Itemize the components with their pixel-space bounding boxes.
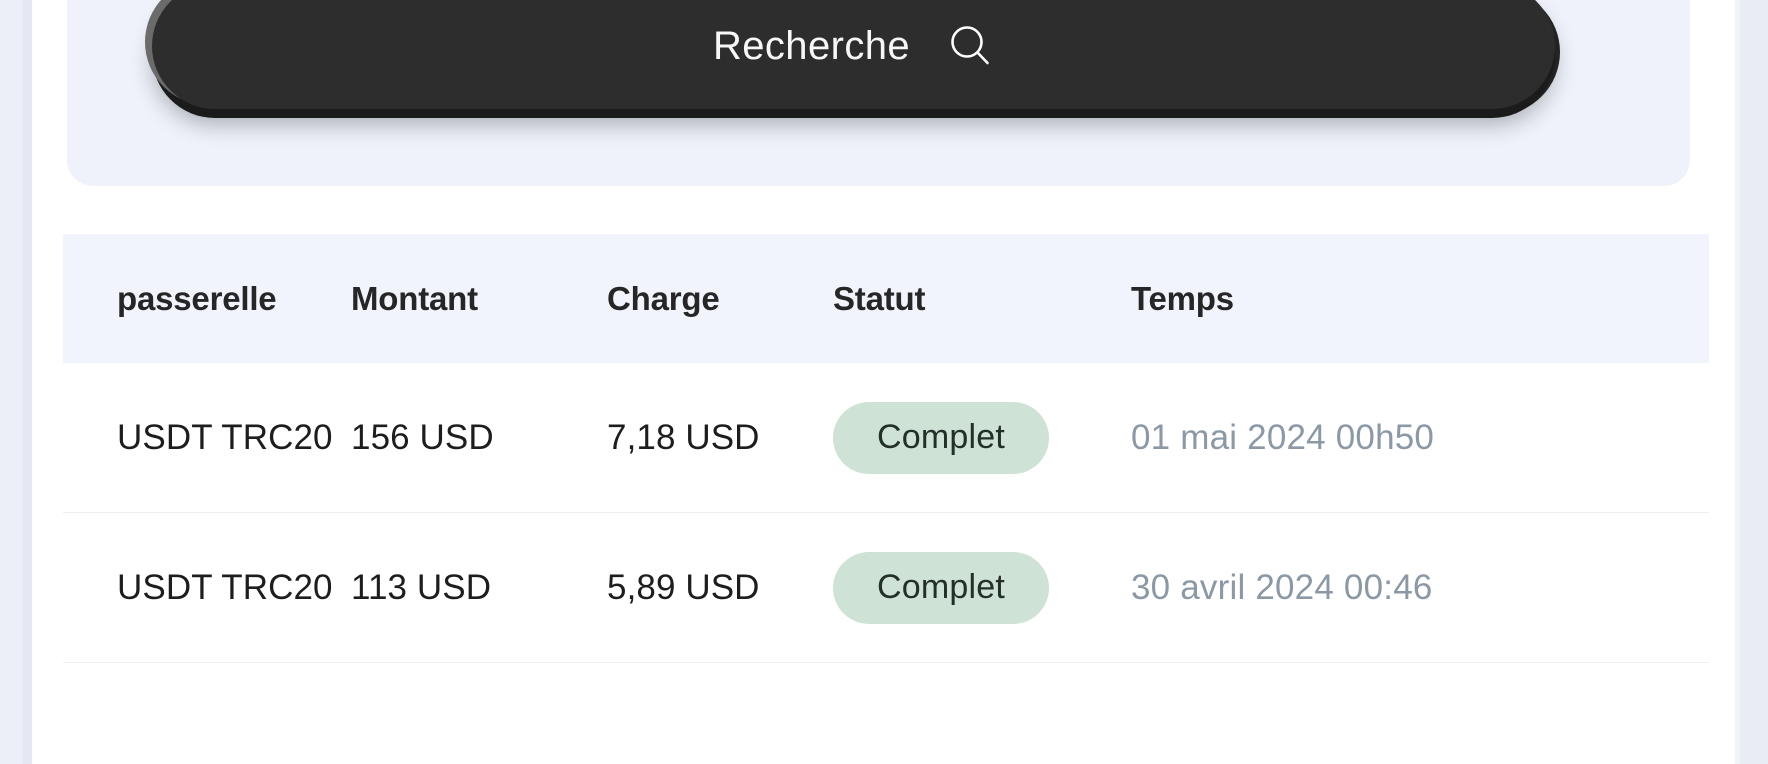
table-header-row: passerelle Montant Charge Statut Temps <box>63 234 1709 363</box>
cell-amount: 156 USD <box>351 417 494 457</box>
timestamp-text: 01 mai 2024 00h50 <box>1131 417 1435 457</box>
table-row[interactable]: USDT TRC20 113 USD 5,89 USD Complet 30 a… <box>63 513 1709 663</box>
page-right-gutter <box>1740 0 1768 764</box>
status-badge: Complet <box>833 401 1049 474</box>
cell-charge: 7,18 USD <box>607 417 760 457</box>
column-header-temps: Temps <box>1131 279 1234 317</box>
cell-time: 01 mai 2024 00h50 <box>1131 418 1709 458</box>
timestamp-text: 30 avril 2024 00:46 <box>1131 567 1433 607</box>
column-header-passerelle: passerelle <box>117 279 277 317</box>
status-badge: Complet <box>833 551 1049 624</box>
column-header-charge: Charge <box>607 279 720 317</box>
search-button-label: Recherche <box>712 24 911 68</box>
page-root: Recherche passerelle Montant Charge Stat… <box>0 0 1768 764</box>
transactions-table: passerelle Montant Charge Statut Temps U… <box>63 234 1709 663</box>
column-header-statut: Statut <box>833 279 926 317</box>
cell-status: Complet <box>833 551 1131 624</box>
page-left-gutter <box>0 0 23 764</box>
table-row[interactable]: USDT TRC20 156 USD 7,18 USD Complet 01 m… <box>63 363 1709 513</box>
page-left-gutter-edge <box>23 0 32 764</box>
search-icon <box>946 22 994 70</box>
cell-charge: 5,89 USD <box>607 567 760 607</box>
search-card: Recherche <box>67 0 1690 186</box>
cell-status: Complet <box>833 401 1131 474</box>
search-button[interactable]: Recherche <box>152 0 1555 109</box>
cell-amount: 113 USD <box>351 567 492 607</box>
cell-gateway: USDT TRC20 <box>117 417 333 457</box>
cell-gateway: USDT TRC20 <box>117 567 333 607</box>
cell-time: 30 avril 2024 00:46 <box>1131 568 1709 608</box>
column-header-montant: Montant <box>351 279 478 317</box>
